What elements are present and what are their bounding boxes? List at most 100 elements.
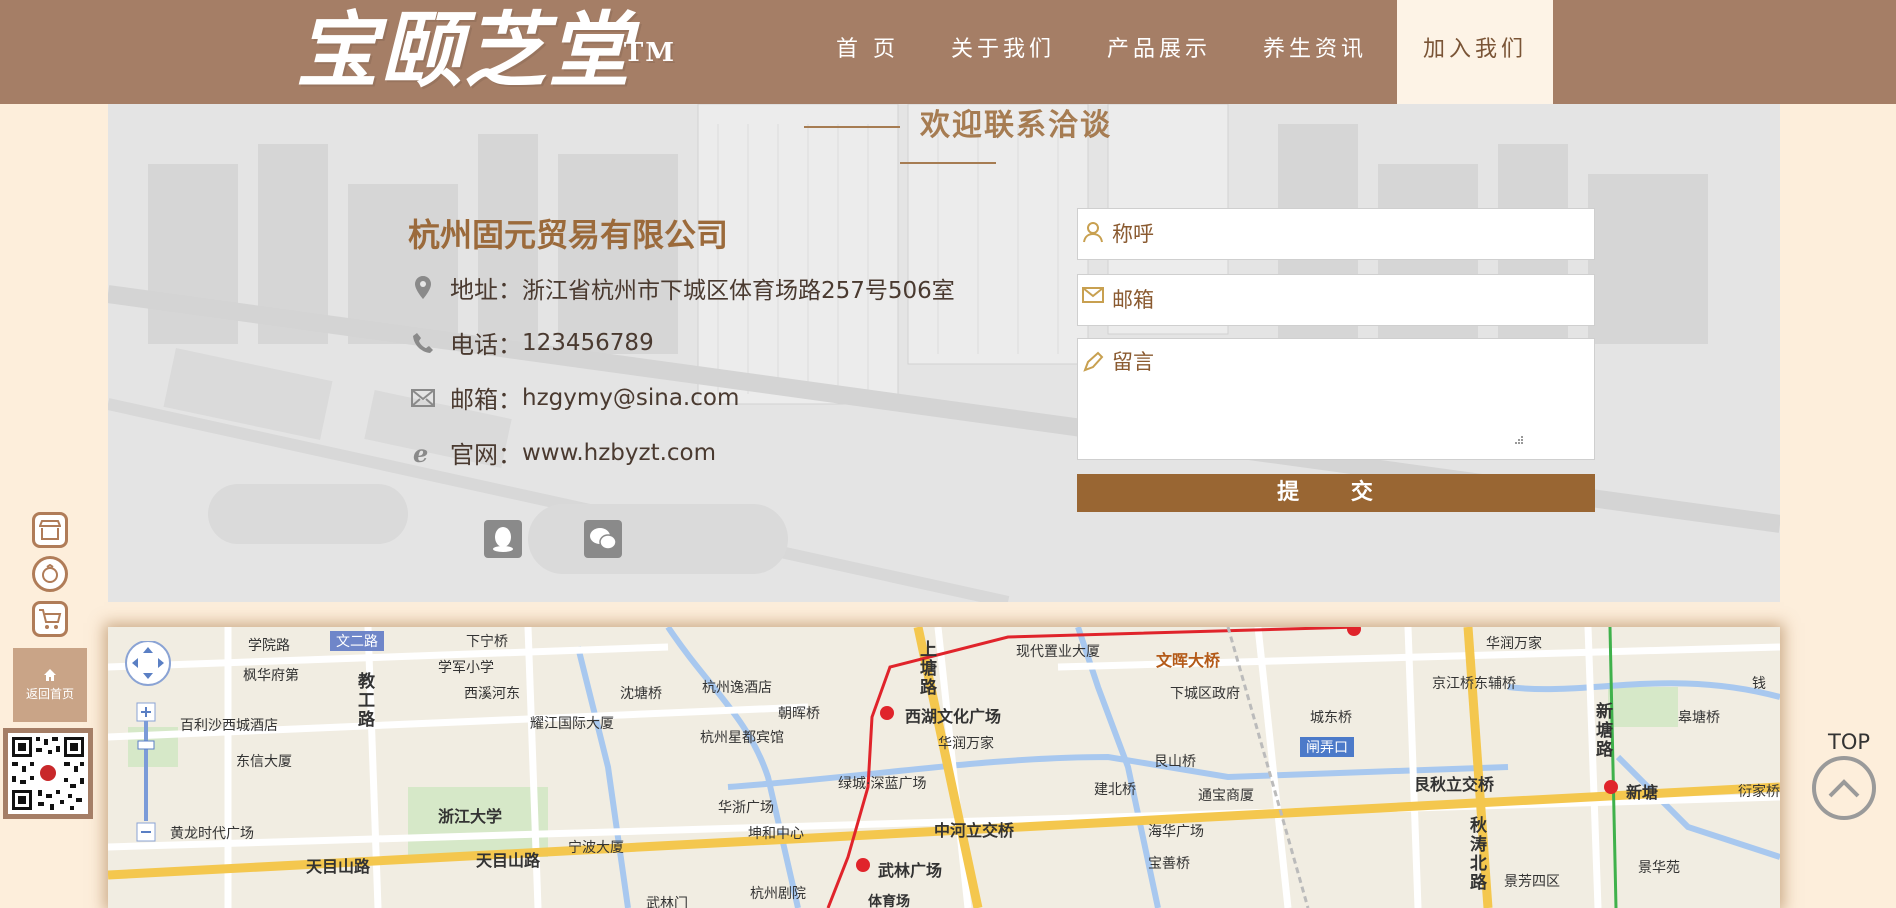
wechat-icon[interactable] bbox=[584, 520, 622, 558]
title-line-left bbox=[804, 125, 900, 128]
cart-icon[interactable] bbox=[32, 601, 68, 637]
section-title: 欢迎联系洽谈 bbox=[728, 104, 1168, 179]
top-label: TOP bbox=[1828, 730, 1871, 754]
map-label: 天目山路 bbox=[306, 857, 371, 876]
website-label: 官网： bbox=[450, 441, 522, 469]
qr-code bbox=[3, 728, 93, 819]
site-logo[interactable]: 宝颐芝堂 TM bbox=[296, 3, 674, 99]
phone-icon bbox=[410, 330, 436, 356]
section-title-text: 欢迎联系洽谈 bbox=[920, 108, 1112, 143]
message-placeholder: 留言 bbox=[1112, 350, 1154, 374]
map-label: 景芳四区 bbox=[1504, 874, 1560, 890]
company-name: 杭州固元贸易有限公司 bbox=[408, 216, 729, 254]
map-label: 朝晖桥 bbox=[778, 706, 820, 722]
map-label: 杭州逸酒店 bbox=[702, 680, 772, 696]
map-label: 杭州星都宾馆 bbox=[700, 730, 784, 746]
svg-text:e: e bbox=[413, 441, 428, 465]
map-label: 宝善桥 bbox=[1148, 856, 1190, 872]
email-input[interactable]: 邮箱 bbox=[1077, 274, 1595, 326]
map-label: 闸弄口 bbox=[1300, 737, 1354, 757]
address-label: 地址： bbox=[450, 276, 522, 304]
trademark: TM bbox=[623, 38, 676, 68]
map-road-label: 教工路 bbox=[358, 672, 375, 730]
map-label: 武林门 bbox=[646, 896, 688, 908]
resize-handle-icon[interactable] bbox=[1514, 430, 1524, 449]
map-road-label: 新塘路 bbox=[1596, 702, 1613, 760]
nav-item-join[interactable]: 加入我们 bbox=[1397, 0, 1554, 104]
map-label: 通宝商厦 bbox=[1198, 788, 1254, 804]
user-icon bbox=[1082, 221, 1106, 245]
map-label: 天目山路 bbox=[476, 851, 541, 870]
map-label: 东信大厦 bbox=[236, 754, 292, 770]
pencil-icon bbox=[1082, 351, 1106, 375]
map-label: 建北桥 bbox=[1094, 782, 1136, 798]
map-label: 绿城·深蓝广场 bbox=[838, 776, 927, 792]
qq-icon[interactable] bbox=[484, 520, 522, 558]
map-label: 景华苑 bbox=[1638, 860, 1680, 876]
website-row: e 官网： www.hzbyzt.com bbox=[410, 435, 716, 470]
email-value[interactable]: hzgymy@sina.com bbox=[522, 385, 739, 411]
map-label: 西溪河东 bbox=[464, 686, 520, 702]
map-label: 百利沙西城酒店 bbox=[180, 718, 278, 734]
contact-section: 欢迎联系洽谈 杭州固元贸易有限公司 地址： 浙江省杭州市下城区体育场路257号5… bbox=[108, 104, 1780, 602]
map-label: 文晖大桥 bbox=[1156, 651, 1221, 670]
mail-icon bbox=[410, 385, 436, 411]
map-road-label: 上塘路 bbox=[920, 640, 937, 698]
map-label: 现代置业大厦 bbox=[1016, 644, 1100, 660]
map-label: 坤和中心 bbox=[748, 826, 804, 842]
map-label: 杭州剧院 bbox=[750, 886, 806, 902]
nav-item-news[interactable]: 养生资讯 bbox=[1237, 0, 1393, 104]
home-icon bbox=[13, 668, 87, 685]
map-label: 文二路 bbox=[330, 631, 384, 651]
back-home-label: 返回首页 bbox=[25, 687, 74, 701]
site-header: 宝颐芝堂 TM 首 页 关于我们 产品展示 养生资讯 加入我们 bbox=[0, 0, 1896, 104]
email-label: 邮箱： bbox=[450, 386, 522, 414]
website-value[interactable]: www.hzbyzt.com bbox=[522, 440, 716, 466]
nav-item-home[interactable]: 首 页 bbox=[810, 0, 925, 104]
map-label: 皋塘桥 bbox=[1678, 710, 1720, 726]
map-label: 西湖文化广场 bbox=[905, 707, 1002, 726]
map-label: 体育场 bbox=[868, 894, 910, 908]
envelope-icon bbox=[1082, 287, 1106, 311]
map-label: 浙江大学 bbox=[438, 807, 503, 826]
map-label: 下宁桥 bbox=[466, 634, 508, 650]
title-line-right bbox=[900, 161, 996, 164]
map-label: 华浙广场 bbox=[718, 800, 774, 816]
submit-button[interactable]: 提 交 bbox=[1077, 474, 1595, 512]
map-label: 海华广场 bbox=[1148, 824, 1204, 840]
email-placeholder: 邮箱 bbox=[1112, 288, 1154, 312]
name-input[interactable]: 称呼 bbox=[1077, 208, 1595, 260]
nav-item-about[interactable]: 关于我们 bbox=[925, 0, 1081, 104]
map-label: 学军小学 bbox=[438, 660, 494, 676]
nav-item-products[interactable]: 产品展示 bbox=[1081, 0, 1237, 104]
phone-label: 电话： bbox=[450, 331, 522, 359]
map-label: 京江桥东辅桥 bbox=[1432, 676, 1516, 692]
map-zoom-slider[interactable] bbox=[137, 740, 155, 750]
chevron-up-icon bbox=[1828, 779, 1860, 798]
map-label: 宁波大厦 bbox=[568, 840, 624, 856]
map-label: 中河立交桥 bbox=[934, 821, 1015, 840]
map-label: 耀江国际大厦 bbox=[530, 716, 614, 732]
map-label: 衍家桥 bbox=[1738, 784, 1780, 800]
address-row: 地址： 浙江省杭州市下城区体育场路257号506室 bbox=[410, 270, 955, 305]
location-map[interactable]: 学院路 文二路 下宁桥 枫华府第 学军小学 西溪河东 沈塘桥 杭州逸酒店 百利沙… bbox=[108, 627, 1780, 908]
map-zoom-control bbox=[124, 640, 174, 885]
ie-browser-icon: e bbox=[410, 440, 436, 466]
map-label: 华润万家 bbox=[938, 736, 994, 752]
map-label: 华润万家 bbox=[1486, 636, 1542, 652]
back-home-button[interactable]: 返回首页 bbox=[13, 648, 87, 722]
map-label: 新塘 bbox=[1626, 783, 1659, 802]
store-icon[interactable] bbox=[32, 512, 68, 548]
phone-row: 电话： 123456789 bbox=[410, 325, 654, 360]
map-label: 艮山桥 bbox=[1154, 754, 1196, 770]
map-label: 黄龙时代广场 bbox=[170, 826, 254, 842]
map-label: 城东桥 bbox=[1310, 710, 1352, 726]
phone-value: 123456789 bbox=[522, 329, 654, 356]
map-label: 学院路 bbox=[248, 638, 290, 654]
message-textarea[interactable]: 留言 bbox=[1077, 338, 1595, 460]
map-label: 武林广场 bbox=[878, 861, 943, 880]
logo-text: 宝颐芝堂 bbox=[296, 3, 632, 99]
back-to-top-button[interactable] bbox=[1812, 756, 1876, 820]
email-row: 邮箱： hzgymy@sina.com bbox=[410, 380, 739, 415]
tmall-icon[interactable] bbox=[32, 556, 68, 592]
